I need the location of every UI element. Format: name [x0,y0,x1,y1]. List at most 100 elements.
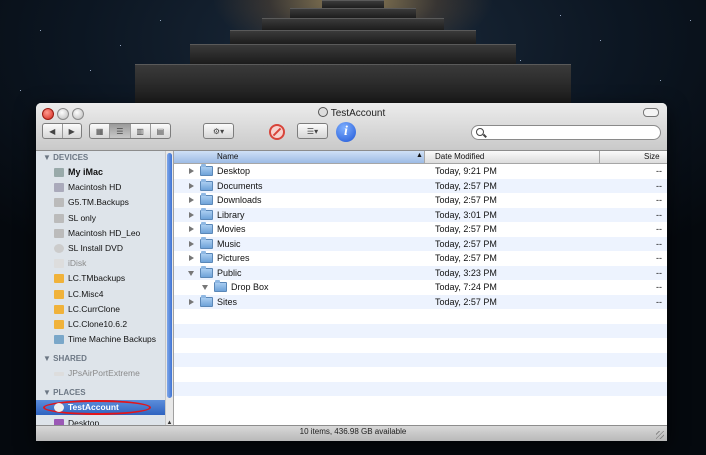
table-row[interactable]: Public Today, 3:23 PM -- Folde [174,265,667,280]
column-header-row: Name ▲ Date Modified Size Kind [174,151,667,164]
row-name: Pictures [217,253,250,263]
row-date: Today, 9:21 PM [435,166,497,176]
sidebar-item-sl-only[interactable]: SL only [36,211,173,226]
column-view-icon: ▥ [136,126,144,136]
disclosure-triangle-icon[interactable] [189,182,194,189]
back-button[interactable]: ◀ [43,124,63,138]
icon-view-button[interactable]: ▦ [90,124,111,138]
row-date: Today, 2:57 PM [435,253,497,263]
disclosure-triangle-icon[interactable] [189,226,194,232]
table-row[interactable]: Documents Today, 2:57 PM -- Folde [174,178,667,193]
sidebar-item-sl-install-dvd[interactable]: SL Install DVD [36,241,173,256]
list-view-button[interactable]: ☰ [110,124,131,138]
computer-icon [54,168,64,177]
column-view-button[interactable]: ▥ [131,124,151,138]
table-row[interactable]: Desktop Today, 9:21 PM -- Folde [174,164,667,179]
disclosure-triangle-icon[interactable] [189,168,194,174]
row-size: -- [656,166,662,176]
empty-row [174,309,667,324]
hard-drive-icon [54,213,64,223]
get-info-button[interactable]: i [336,122,356,142]
folder-icon [200,236,213,249]
folder-icon [200,265,213,278]
column-header-size[interactable]: Size [644,152,660,161]
table-row[interactable]: Drop Box Today, 7:24 PM -- Folde [174,280,667,295]
table-row[interactable]: Pictures Today, 2:57 PM -- Folde [174,251,667,266]
sidebar-item-g5-tm-backups[interactable]: G5.TM.Backups [36,195,173,210]
sidebar-item-lc-clone[interactable]: LC.Clone10.6.2 [36,317,173,332]
sidebar-header-devices: ▼ DEVICES [43,153,89,162]
finder-window: TestAccount ◀ ▶ ▦ ☰ ▥ ▤ ⚙▾ ☰▾ i ▼ DEVICE… [36,103,667,440]
sidebar-scroll-thumb[interactable] [167,153,172,398]
arrange-button[interactable]: ☰▾ [297,123,328,139]
table-row[interactable]: Music Today, 2:57 PM -- Folde [174,236,667,251]
view-mode-control: ▦ ☰ ▥ ▤ [89,123,171,139]
sidebar-scrollbar[interactable]: ▲ ▼ [165,151,173,440]
row-name: Sites [217,296,238,307]
row-size: -- [656,296,662,307]
disclosure-triangle-icon[interactable] [189,298,194,305]
table-row[interactable]: Library Today, 3:01 PM -- Folde [174,207,667,222]
search-field[interactable] [471,125,661,140]
info-icon: i [344,124,348,139]
disclosure-triangle-icon[interactable] [189,211,194,218]
coverflow-view-button[interactable]: ▤ [151,124,170,138]
row-name: Music [217,238,241,249]
sidebar-item-jpsairportextreme[interactable]: JPsAirPortExtreme [36,366,173,381]
title-bar: TestAccount ◀ ▶ ▦ ☰ ▥ ▤ ⚙▾ ☰▾ i [36,103,667,151]
row-size: -- [656,224,662,234]
hard-drive-icon [54,228,64,238]
folder-icon [200,178,213,191]
disclosure-triangle-icon[interactable] [189,240,194,247]
disclosure-triangle-open-icon[interactable] [202,285,208,290]
external-drive-icon [54,304,64,314]
folder-icon [214,280,227,292]
row-size: -- [656,253,662,263]
table-row[interactable]: Downloads Today, 2:57 PM -- Folde [174,193,667,208]
no-entry-icon[interactable] [269,124,285,140]
row-size: -- [656,195,662,205]
row-date: Today, 3:01 PM [435,209,497,220]
sidebar-item-my-imac[interactable]: My iMac [36,165,173,180]
sidebar-item-testaccount[interactable]: TestAccount [36,400,173,415]
action-button[interactable]: ⚙▾ [203,123,234,139]
home-icon [317,107,328,117]
row-name: Drop Box [231,282,269,292]
disclosure-triangle-icon[interactable] [189,197,194,203]
sidebar-item-time-machine-backups[interactable]: Time Machine Backups [36,332,173,347]
disclosure-triangle-icon[interactable] [189,255,194,261]
status-text: 10 items, 436.98 GB available [299,427,407,436]
network-device-icon [54,372,64,377]
row-name: Library [217,209,245,220]
back-arrow-icon: ◀ [49,126,56,136]
disclosure-triangle-open-icon[interactable] [188,270,194,276]
row-name: Movies [217,224,246,234]
table-row[interactable]: Movies Today, 2:57 PM -- Folde [174,222,667,237]
folder-icon [200,164,213,176]
hard-drive-icon [54,183,64,193]
row-date: Today, 2:57 PM [435,180,497,191]
sidebar-item-macintosh-hd[interactable]: Macintosh HD [36,180,173,195]
row-date: Today, 2:57 PM [435,296,497,307]
sidebar-item-lc-misc4[interactable]: LC.Misc4 [36,287,173,302]
column-header-name[interactable]: Name [217,152,238,161]
sidebar-item-lc-tmbackups[interactable]: LC.TMbackups [36,271,173,286]
toolbar-toggle-button[interactable] [643,108,659,117]
sidebar-item-lc-currclone[interactable]: LC.CurrClone [36,302,173,317]
row-name: Desktop [217,166,251,176]
row-name: Downloads [217,195,262,205]
sort-ascending-icon: ▲ [416,152,423,159]
sidebar-item-macintosh-hd-leo[interactable]: Macintosh HD_Leo [36,226,173,241]
forward-button[interactable]: ▶ [63,124,82,138]
empty-row [174,396,667,411]
table-row[interactable]: Sites Today, 2:57 PM -- Folde [174,294,667,309]
column-header-date[interactable]: Date Modified [435,152,484,161]
coverflow-view-icon: ▤ [156,126,165,136]
sorted-column-highlight [174,151,424,163]
sidebar-item-idisk[interactable]: iDisk [36,256,173,271]
dvd-icon [54,243,64,253]
row-date: Today, 2:57 PM [435,195,497,205]
row-date: Today, 7:24 PM [435,282,497,292]
column-separator[interactable] [599,151,600,163]
column-separator[interactable] [424,151,425,163]
